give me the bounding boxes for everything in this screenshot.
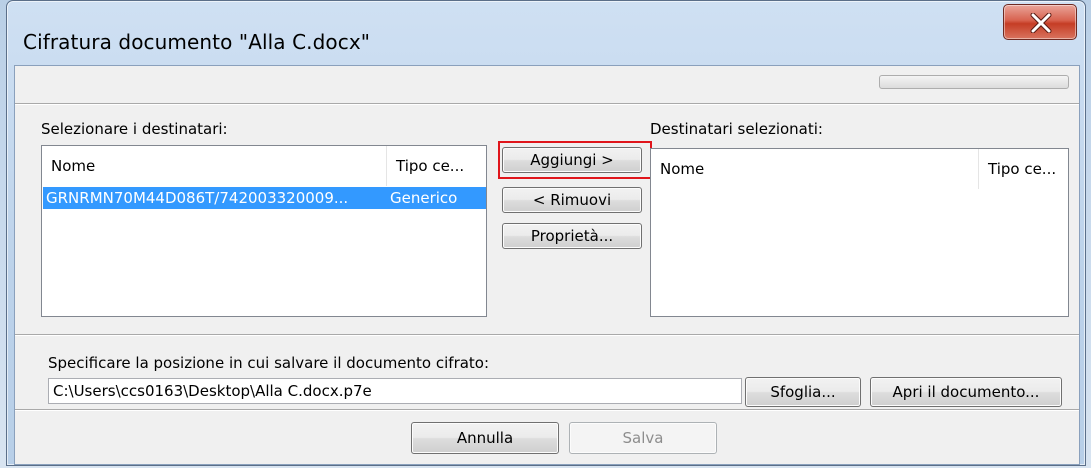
column-header-type[interactable]: Tipo ce... — [387, 146, 486, 186]
close-button[interactable] — [1003, 4, 1077, 40]
recipients-label: Selezionare i destinatari: — [41, 120, 228, 138]
selected-recipients-label: Destinatari selezionati: — [650, 120, 823, 138]
recipient-row[interactable]: GRNRMN70M44D086T/742003320009... Generic… — [43, 187, 486, 209]
dialog-client-area: Selezionare i destinatari: Nome Tipo ce.… — [14, 65, 1080, 465]
close-icon — [1030, 13, 1052, 33]
save-button[interactable]: Salva — [569, 422, 717, 454]
properties-button[interactable]: Proprietà... — [502, 223, 642, 249]
progress-bar — [879, 75, 1069, 89]
divider — [15, 103, 1079, 105]
dialog-window: Cifratura documento "Alla C.docx" Selezi… — [6, 0, 1086, 466]
remove-button[interactable]: < Rimuovi — [502, 187, 642, 213]
divider — [15, 409, 1079, 411]
divider — [15, 334, 1079, 336]
selected-column-header-type[interactable]: Tipo ce... — [979, 149, 1068, 189]
available-recipients-list[interactable]: Nome Tipo ce... GRNRMN70M44D086T/7420033… — [41, 145, 487, 317]
selected-recipients-list[interactable]: Nome Tipo ce... — [650, 148, 1069, 317]
save-location-label: Specificare la posizione in cui salvare … — [48, 354, 490, 372]
selected-column-header-name[interactable]: Nome — [651, 149, 979, 189]
recipient-type: Generico — [390, 189, 458, 207]
window-title: Cifratura documento "Alla C.docx" — [23, 30, 371, 54]
browse-button[interactable]: Sfoglia... — [745, 377, 861, 407]
open-document-button[interactable]: Apri il documento... — [870, 377, 1062, 407]
add-button[interactable]: Aggiungi > — [502, 147, 642, 173]
save-path-field[interactable]: C:\Users\ccs0163\Desktop\Alla C.docx.p7e — [48, 378, 742, 404]
recipient-name: GRNRMN70M44D086T/742003320009... — [46, 189, 349, 207]
cancel-button[interactable]: Annulla — [411, 422, 559, 454]
column-header-name[interactable]: Nome — [42, 146, 387, 186]
